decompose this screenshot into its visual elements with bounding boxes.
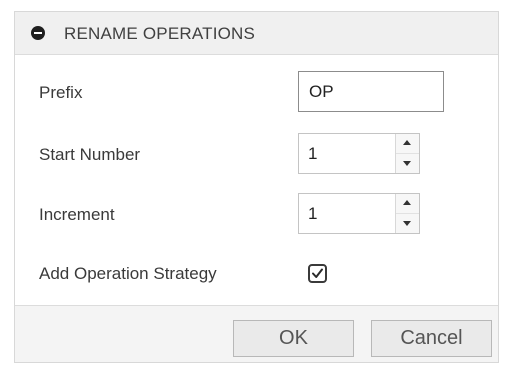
prefix-label: Prefix: [39, 83, 83, 102]
increment-decrease-button[interactable]: [396, 214, 419, 234]
increment-label: Increment: [39, 205, 115, 224]
increment-value[interactable]: 1: [308, 204, 317, 224]
arrow-up-icon: [403, 140, 411, 145]
start-number-label: Start Number: [39, 145, 141, 164]
start-number-value[interactable]: 1: [308, 144, 317, 164]
increment-spin-buttons: [395, 194, 419, 233]
dialog-footer: OK Cancel: [15, 305, 498, 362]
start-number-decrease-button[interactable]: [396, 154, 419, 174]
cancel-button[interactable]: Cancel: [371, 320, 492, 357]
minus-circle-icon[interactable]: [31, 26, 45, 40]
ok-button[interactable]: OK: [233, 320, 354, 357]
start-number-stepper[interactable]: 1: [298, 133, 420, 174]
arrow-down-icon: [403, 160, 411, 166]
add-operation-strategy-checkbox[interactable]: [308, 264, 327, 283]
arrow-down-icon: [403, 220, 411, 226]
rename-operations-dialog: RENAME OPERATIONS Prefix Start Number 1 …: [14, 11, 499, 363]
start-number-spin-buttons: [395, 134, 419, 173]
increment-increase-button[interactable]: [396, 194, 419, 214]
increment-stepper[interactable]: 1: [298, 193, 420, 234]
dialog-title: RENAME OPERATIONS: [64, 24, 256, 43]
start-number-increase-button[interactable]: [396, 134, 419, 154]
prefix-input[interactable]: [298, 71, 444, 112]
dialog-header[interactable]: RENAME OPERATIONS: [15, 12, 498, 55]
arrow-up-icon: [403, 200, 411, 205]
add-operation-strategy-label: Add Operation Strategy: [39, 264, 217, 283]
checkmark-icon: [312, 268, 323, 278]
